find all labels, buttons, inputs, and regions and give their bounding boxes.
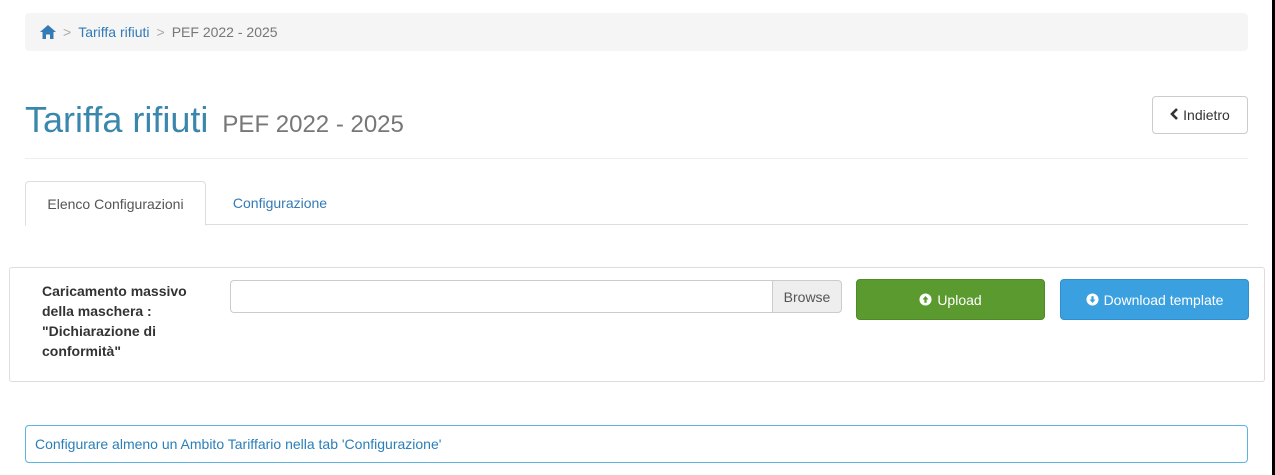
- breadcrumb-link-tariffa-rifiuti[interactable]: Tariffa rifiuti: [78, 24, 149, 40]
- back-button[interactable]: Indietro: [1152, 96, 1248, 134]
- page: > Tariffa rifiuti > PEF 2022 - 2025 Tari…: [0, 0, 1275, 475]
- upload-label-line: conformità": [42, 343, 121, 359]
- breadcrumb-separator: >: [156, 24, 165, 40]
- tab-bar: Elenco Configurazioni Configurazione: [25, 181, 1248, 226]
- page-subtitle: PEF 2022 - 2025: [222, 111, 404, 138]
- tab-configurazione[interactable]: Configurazione: [206, 181, 354, 225]
- page-title-text: Tariffa rifiuti: [25, 99, 209, 140]
- page-header: Tariffa rifiuti PEF 2022 - 2025 Indietro: [25, 95, 1248, 145]
- breadcrumb: > Tariffa rifiuti > PEF 2022 - 2025: [25, 13, 1248, 51]
- upload-circle-icon: [919, 293, 932, 306]
- tab-elenco-configurazioni[interactable]: Elenco Configurazioni: [25, 181, 206, 226]
- info-alert-text: Configurare almeno un Ambito Tariffario …: [35, 436, 442, 452]
- upload-label-line: "Dichiarazione di: [42, 323, 156, 339]
- page-title: Tariffa rifiuti PEF 2022 - 2025: [25, 95, 404, 150]
- info-alert: Configurare almeno un Ambito Tariffario …: [25, 425, 1248, 463]
- upload-label-line: della maschera :: [42, 303, 152, 319]
- upload-button[interactable]: Upload: [856, 279, 1045, 320]
- upload-label: Caricamento massivo della maschera : "Di…: [42, 281, 212, 361]
- breadcrumb-current: PEF 2022 - 2025: [171, 24, 278, 40]
- download-template-button[interactable]: Download template: [1060, 279, 1249, 320]
- chevron-left-icon: [1170, 107, 1179, 123]
- file-path-input[interactable]: [230, 280, 772, 313]
- header-divider: [25, 158, 1248, 159]
- home-icon[interactable]: [40, 25, 56, 39]
- download-circle-icon: [1086, 293, 1099, 306]
- upload-button-label: Upload: [937, 291, 982, 308]
- back-button-label: Indietro: [1183, 107, 1230, 123]
- file-input-group: Browse: [230, 280, 842, 313]
- breadcrumb-separator: >: [63, 24, 72, 40]
- upload-label-line: Caricamento massivo: [42, 283, 187, 299]
- download-button-label: Download template: [1103, 291, 1224, 308]
- upload-panel: Caricamento massivo della maschera : "Di…: [9, 267, 1265, 382]
- browse-button[interactable]: Browse: [772, 280, 842, 313]
